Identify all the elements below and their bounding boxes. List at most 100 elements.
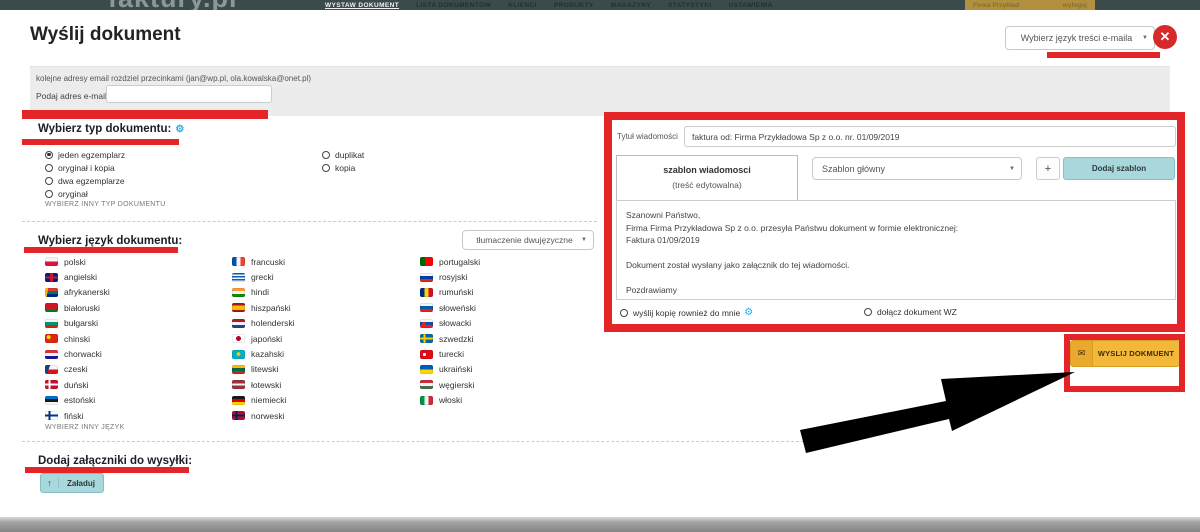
radio-option-label: kopia <box>335 163 355 173</box>
radio-button[interactable] <box>45 190 53 198</box>
language-item[interactable]: ukraiński <box>420 362 480 377</box>
annotation-underline-doc-lang <box>24 247 178 253</box>
radio-button[interactable] <box>620 309 628 317</box>
language-item[interactable]: niemiecki <box>232 393 294 408</box>
language-item[interactable]: estoński <box>45 393 110 408</box>
nav-item[interactable]: USTAWIENIA <box>729 2 773 9</box>
language-label: chorwacki <box>64 349 102 359</box>
nav-item[interactable]: LISTA DOKUMENTÓW <box>416 2 491 9</box>
flag-icon <box>420 257 433 266</box>
radio-button[interactable] <box>322 164 330 172</box>
settings-cogs-icon[interactable]: ⚙ <box>744 307 753 318</box>
flag-icon <box>232 365 245 374</box>
language-item[interactable]: szwedzki <box>420 331 480 346</box>
company-name-button[interactable]: Firma Przykład <box>973 2 1019 9</box>
radio-button[interactable] <box>45 151 53 159</box>
template-tab[interactable]: szablon wiadomosci (treść edytowalna) <box>616 155 798 201</box>
radio-option[interactable]: oryginał <box>45 187 125 200</box>
language-label: białoruski <box>64 303 100 313</box>
language-item[interactable]: portugalski <box>420 254 480 269</box>
language-label: niemiecki <box>251 395 286 405</box>
flag-icon <box>232 319 245 328</box>
attach-wz-option[interactable]: dołącz dokument WZ <box>864 307 957 317</box>
flag-icon <box>232 257 245 266</box>
language-item[interactable]: angielski <box>45 269 110 284</box>
language-label: duński <box>64 380 89 390</box>
radio-option[interactable]: oryginał i kopia <box>45 161 125 174</box>
flag-icon <box>45 350 58 359</box>
radio-button[interactable] <box>45 164 53 172</box>
upload-attachment-button[interactable]: ↑ Załaduj <box>40 473 104 493</box>
send-copy-option[interactable]: wyślij kopię rownież do mnie ⚙ <box>620 307 753 318</box>
radio-button[interactable] <box>864 308 872 316</box>
radio-button[interactable] <box>45 177 53 185</box>
language-item[interactable]: białoruski <box>45 300 110 315</box>
add-template-plus-button[interactable]: + <box>1036 157 1060 180</box>
language-item[interactable]: fiński <box>45 408 110 423</box>
chevron-down-icon: ▼ <box>1009 166 1015 172</box>
language-item[interactable]: chinski <box>45 331 110 346</box>
language-item[interactable]: bułgarski <box>45 316 110 331</box>
radio-option[interactable]: kopia <box>322 161 364 174</box>
settings-cogs-icon[interactable]: ⚙ <box>175 124 184 135</box>
language-item[interactable]: węgierski <box>420 377 480 392</box>
language-item[interactable]: rosyjski <box>420 269 480 284</box>
language-label: łotewski <box>251 380 281 390</box>
language-item[interactable]: chorwacki <box>45 346 110 361</box>
flag-icon <box>232 273 245 282</box>
message-body-editor[interactable]: Szanowni Państwo, Firma Firma Przykładow… <box>616 200 1176 300</box>
logout-button[interactable]: wyloguj <box>1063 2 1087 9</box>
language-item[interactable]: duński <box>45 377 110 392</box>
close-button[interactable]: ✕ <box>1153 25 1177 49</box>
flag-icon <box>45 257 58 266</box>
language-item[interactable]: czeski <box>45 362 110 377</box>
separator <box>22 441 844 442</box>
language-item[interactable]: słowacki <box>420 316 480 331</box>
radio-option[interactable]: jeden egzemplarz <box>45 148 125 161</box>
language-item[interactable]: japoński <box>232 331 294 346</box>
template-select[interactable]: Szablon główny ▼ <box>812 157 1022 180</box>
nav-item[interactable]: MAGAZYNY <box>611 2 651 9</box>
flag-icon <box>232 411 245 420</box>
flag-icon <box>45 288 58 297</box>
language-label: kazahski <box>251 349 284 359</box>
language-item[interactable]: litewski <box>232 362 294 377</box>
send-document-button[interactable]: ✉ WYSLIJ DOKMUENT <box>1070 340 1180 367</box>
language-label: słoweński <box>439 303 476 313</box>
message-title-input[interactable] <box>684 126 1176 147</box>
flag-icon <box>45 380 58 389</box>
language-item[interactable]: kazahski <box>232 346 294 361</box>
flag-icon <box>232 288 245 297</box>
email-input[interactable] <box>106 85 272 103</box>
language-item[interactable]: polski <box>45 254 110 269</box>
translation-select[interactable]: tłumaczenie dwujęzyczne ▼ <box>462 230 594 250</box>
radio-option[interactable]: duplikat <box>322 148 364 161</box>
language-item[interactable]: grecki <box>232 269 294 284</box>
nav-item[interactable]: STATYSTYKI <box>668 2 711 9</box>
radio-button[interactable] <box>322 151 330 159</box>
add-template-button[interactable]: Dodaj szablon <box>1063 157 1175 180</box>
email-language-select[interactable]: Wybierz język treści e-maila ▼ <box>1005 26 1155 50</box>
nav-item[interactable]: PRODUKTY <box>554 2 594 9</box>
language-item[interactable]: rumuński <box>420 285 480 300</box>
language-item[interactable]: łotewski <box>232 377 294 392</box>
language-item[interactable]: włoski <box>420 393 480 408</box>
language-item[interactable]: norweski <box>232 408 294 423</box>
radio-option[interactable]: dwa egzemplarze <box>45 174 125 187</box>
language-item[interactable]: hindi <box>232 285 294 300</box>
language-item[interactable]: holenderski <box>232 316 294 331</box>
language-item[interactable]: hiszpański <box>232 300 294 315</box>
doc-type-heading: Wybierz typ dokumentu:⚙ <box>38 123 184 135</box>
language-item[interactable]: francuski <box>232 254 294 269</box>
nav-item[interactable]: WYSTAW DOKUMENT <box>325 2 399 9</box>
language-item[interactable]: turecki <box>420 346 480 361</box>
language-label: estoński <box>64 395 95 405</box>
choose-other-doc-type-link[interactable]: WYBIERZ INNY TYP DOKUMENTU <box>45 201 166 208</box>
language-label: litewski <box>251 364 278 374</box>
language-item[interactable]: słoweński <box>420 300 480 315</box>
nav-item[interactable]: KLIENCI <box>508 2 537 9</box>
main-nav: WYSTAW DOKUMENT LISTA DOKUMENTÓW KLIENCI PR… <box>325 0 773 10</box>
choose-other-language-link[interactable]: WYBIERZ INNY JĘZYK <box>45 424 125 431</box>
flag-icon <box>420 273 433 282</box>
language-item[interactable]: afrykanerski <box>45 285 110 300</box>
